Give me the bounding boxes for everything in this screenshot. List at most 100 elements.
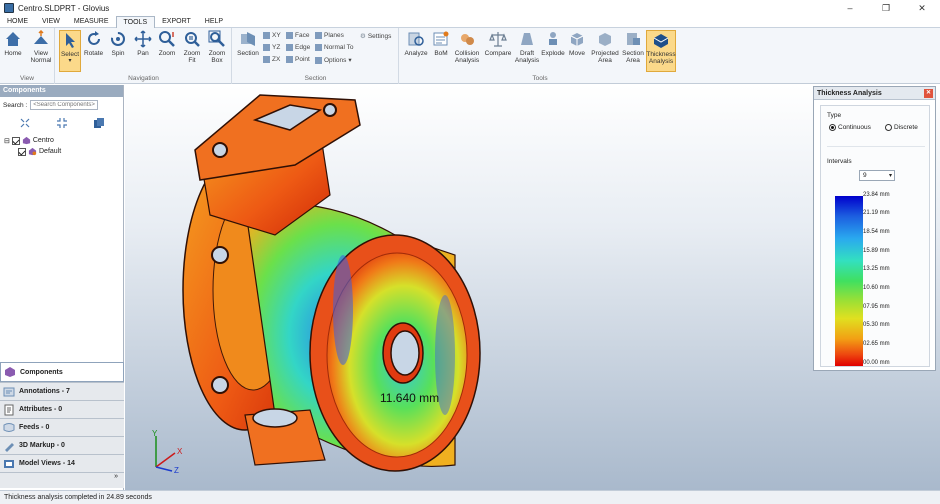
compare-button[interactable]: Compare [484, 30, 512, 57]
intervals-select[interactable]: 9 ▾ [859, 170, 895, 181]
rotate-icon [87, 31, 100, 45]
face-icon [286, 32, 293, 39]
tab-components[interactable]: Components [0, 362, 124, 382]
home-icon [6, 32, 20, 46]
components-icon [5, 367, 15, 377]
visibility-checkbox[interactable] [18, 147, 26, 156]
panel-header: Components [0, 85, 123, 97]
projected-area-button[interactable]: Projected Area [590, 30, 620, 64]
type-label: Type [827, 112, 842, 119]
thickness-analysis-icon [653, 34, 669, 48]
legend-tick: 10.60 mm [863, 285, 890, 291]
point-button[interactable]: Point [286, 56, 310, 63]
restore-button[interactable]: ❐ [868, 0, 904, 16]
tab-attributes[interactable]: Attributes - 0 [0, 400, 124, 418]
section-area-button[interactable]: Section Area [620, 30, 646, 64]
status-bar: Thickness analysis completed in 24.89 se… [0, 490, 940, 504]
tree-node-default[interactable]: Default [4, 146, 119, 157]
planes-button[interactable]: Planes [315, 32, 344, 39]
explode-icon [549, 32, 557, 45]
tab-help[interactable]: HELP [198, 16, 230, 28]
normal-to-button[interactable]: Normal To [315, 44, 354, 51]
discrete-radio[interactable]: Discrete [885, 124, 918, 131]
move-button[interactable]: Move [566, 30, 588, 57]
tab-home[interactable]: HOME [0, 16, 35, 28]
zx-plane-icon [263, 56, 270, 63]
legend-tick: 13.25 mm [863, 266, 890, 272]
tab-view[interactable]: VIEW [35, 16, 67, 28]
chevron-down-icon: ▾ [68, 58, 72, 64]
point-icon [286, 56, 293, 63]
legend-tick: 23.84 mm [863, 192, 890, 198]
draft-analysis-button[interactable]: Draft Analysis [514, 30, 540, 64]
zoom-icon [159, 31, 175, 47]
bom-icon [433, 31, 449, 46]
face-button[interactable]: Face [286, 32, 309, 39]
options-button[interactable]: Options ▾ [315, 56, 352, 64]
collapse-all-icon[interactable] [56, 117, 68, 129]
tab-export[interactable]: EXPORT [155, 16, 198, 28]
tree-node-centro[interactable]: ⊟ Centro [4, 135, 119, 146]
app-icon [4, 3, 14, 13]
search-label: Search : [3, 101, 28, 109]
collision-analysis-button[interactable]: Collision Analysis [452, 30, 482, 64]
copy-icon[interactable] [93, 117, 105, 129]
tab-annotations[interactable]: Annotations - 7 [0, 382, 124, 400]
window-title: Centro.SLDPRT - Glovius [18, 3, 110, 13]
attributes-icon [4, 404, 14, 415]
close-icon[interactable]: ✕ [924, 89, 933, 98]
thickness-color-legend [835, 196, 863, 366]
legend-tick: 02.65 mm [863, 341, 890, 347]
collapse-toggle-icon[interactable]: ⊟ [4, 137, 10, 145]
close-button[interactable]: ✕ [904, 0, 940, 16]
select-button[interactable]: Select ▾ [59, 30, 81, 72]
home-button[interactable]: Home [4, 30, 22, 57]
legend-tick: 15.89 mm [863, 248, 890, 254]
rotate-button[interactable]: Rotate [84, 30, 103, 57]
settings-button[interactable]: ⚙ Settings [360, 32, 391, 41]
tab-feeds[interactable]: Feeds - 0 [0, 418, 124, 436]
view-normal-button[interactable]: View Normal [28, 30, 54, 64]
explode-button[interactable]: Explode [540, 30, 566, 57]
yz-plane-button[interactable]: YZ [263, 44, 280, 51]
spin-button[interactable]: Spin [109, 30, 127, 57]
tab-tools[interactable]: TOOLS [115, 16, 156, 28]
xy-plane-button[interactable]: XY [263, 32, 281, 39]
continuous-radio[interactable]: Continuous [829, 124, 871, 131]
axis-label-x: X [177, 447, 183, 456]
legend-tick: 00.00 mm [863, 360, 890, 366]
normal-to-icon [315, 44, 322, 51]
pan-button[interactable]: Pan [134, 30, 152, 57]
visibility-checkbox[interactable] [11, 136, 20, 145]
collision-icon [461, 34, 474, 45]
search-input[interactable] [30, 100, 99, 110]
tab-measure[interactable]: MEASURE [67, 16, 116, 28]
title-bar: Centro.SLDPRT - Glovius – ❐ ✕ [0, 0, 940, 16]
spin-icon [111, 32, 125, 46]
tab-3d-markup[interactable]: 3D Markup - 0 [0, 436, 124, 454]
expand-all-icon[interactable] [19, 117, 31, 129]
annotations-icon [3, 387, 15, 396]
feeds-icon [3, 422, 15, 432]
section-button[interactable]: Section [236, 30, 260, 57]
tab-model-views[interactable]: Model Views - 14 [0, 454, 124, 472]
zoom-box-button[interactable]: Zoom Box [206, 30, 228, 64]
more-tabs-button[interactable]: » [0, 472, 124, 488]
xy-plane-icon [263, 32, 270, 39]
analyze-icon [408, 32, 424, 46]
yz-plane-icon [263, 44, 270, 51]
chevron-down-icon: ▾ [348, 57, 352, 64]
minimize-button[interactable]: – [832, 0, 868, 16]
thickness-analysis-button[interactable]: Thickness Analysis [646, 30, 676, 72]
edge-button[interactable]: Edge [286, 44, 310, 51]
analyze-button[interactable]: Analyze [402, 30, 430, 57]
bom-button[interactable]: BoM [430, 30, 452, 57]
section-area-icon [627, 33, 640, 45]
zoom-fit-button[interactable]: Zoom Fit [182, 30, 202, 64]
part-icon [22, 136, 30, 145]
zx-plane-button[interactable]: ZX [263, 56, 280, 63]
view-group: Home View Normal View [0, 28, 55, 84]
zoom-button[interactable]: Zoom [158, 30, 176, 57]
balance-icon [489, 32, 507, 47]
thickness-analysis-panel: Thickness Analysis ✕ Type Continuous Dis… [813, 86, 936, 371]
